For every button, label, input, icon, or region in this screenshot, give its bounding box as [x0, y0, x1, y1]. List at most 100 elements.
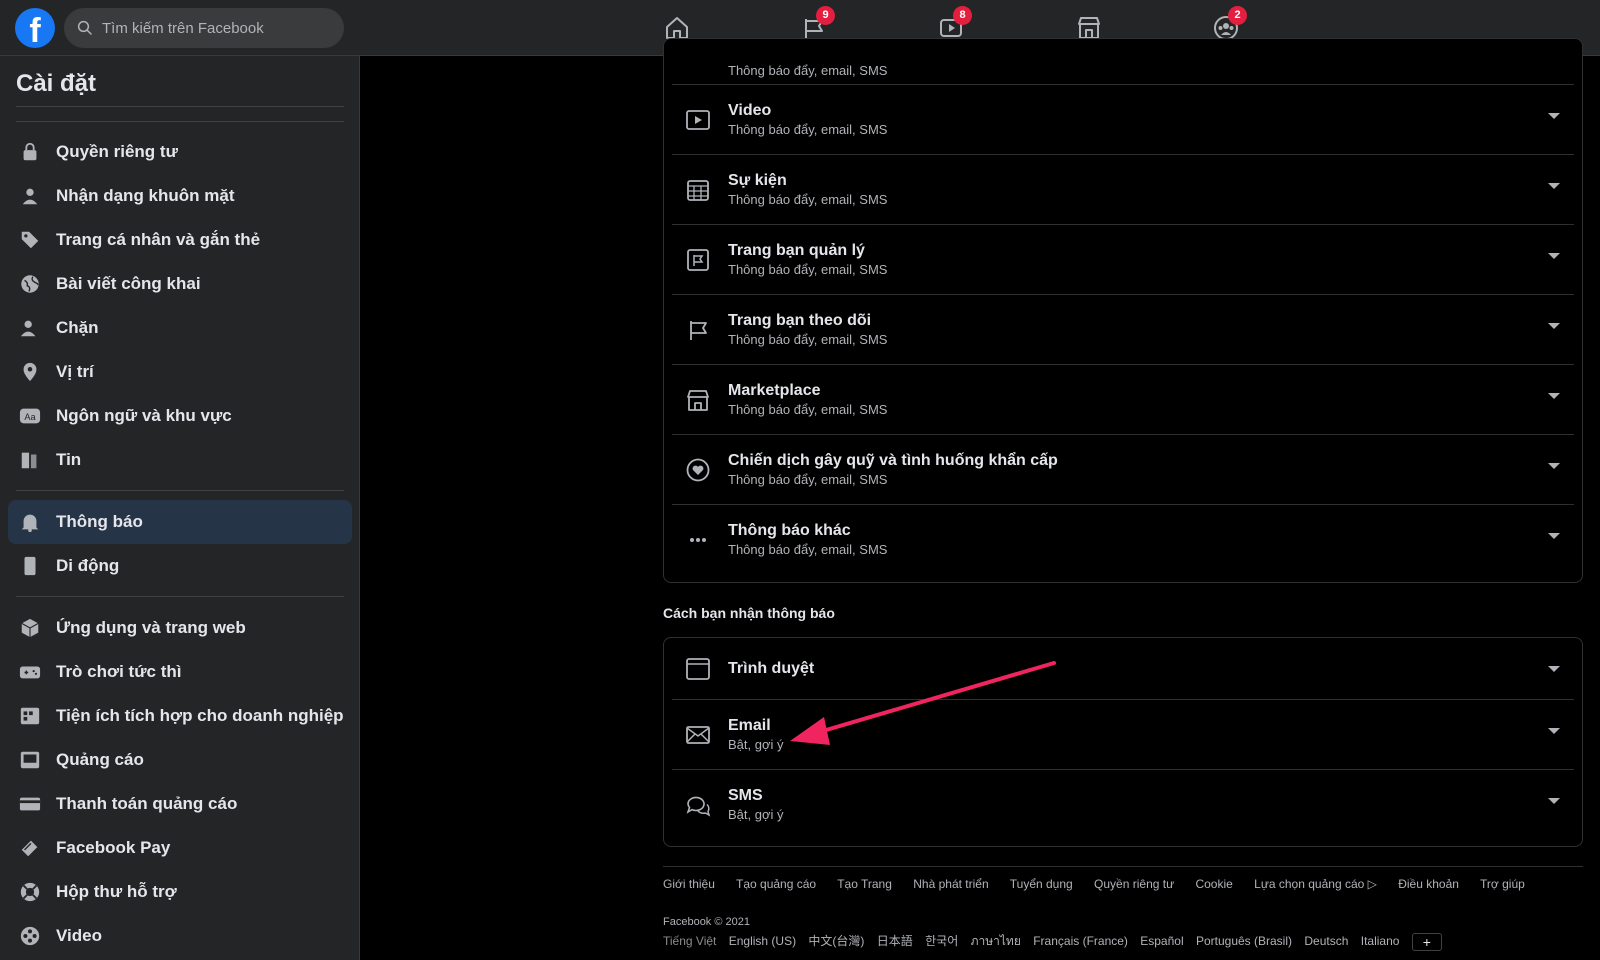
globe-icon	[18, 272, 42, 296]
browser-icon	[678, 656, 718, 682]
shop-icon	[678, 387, 718, 413]
sidebar-item-mobile[interactable]: Di động	[8, 544, 352, 588]
footer-link[interactable]: Điều khoản	[1398, 877, 1459, 891]
more-languages-button[interactable]: +	[1411, 932, 1442, 951]
sidebar-item-privacy[interactable]: Quyền riêng tư	[8, 130, 352, 174]
calendar-icon	[678, 177, 718, 203]
search-icon	[77, 20, 92, 35]
footer-link[interactable]: Cookie	[1195, 877, 1232, 891]
sidebar-item-ad-payments[interactable]: Thanh toán quảng cáo	[8, 782, 352, 826]
more-dots-icon	[678, 527, 718, 553]
language-link[interactable]: Deutsch	[1304, 934, 1348, 948]
language-link[interactable]: 日本語	[877, 934, 913, 948]
language-link[interactable]: Português (Brasil)	[1196, 934, 1292, 948]
divider	[16, 121, 344, 122]
tag-icon	[18, 228, 42, 252]
footer-links: Giới thiệu Tạo quảng cáo Tạo Trang Nhà p…	[663, 877, 1543, 891]
footer-link[interactable]: Tạo quảng cáo	[736, 877, 816, 891]
language-link[interactable]: Italiano	[1361, 934, 1400, 948]
chevron-down-icon	[1548, 393, 1560, 399]
delivery-row-sms[interactable]: SMS Bật, gợi ý	[672, 770, 1574, 840]
mobile-icon	[18, 554, 42, 578]
facebook-logo[interactable]: f	[15, 8, 55, 48]
language-link[interactable]: English (US)	[729, 934, 796, 948]
chevron-down-icon	[1548, 323, 1560, 329]
sidebar-item-language-region[interactable]: Aa Ngôn ngữ và khu vực	[8, 394, 352, 438]
page-manage-icon	[678, 247, 718, 273]
sidebar-item-video[interactable]: Video	[8, 914, 352, 958]
language-selector: Tiếng Việt English (US) 中文(台灣) 日本語 한국어 ภ…	[663, 932, 1451, 951]
sidebar-item-location[interactable]: Vị trí	[8, 350, 352, 394]
divider	[16, 106, 344, 107]
language-current: Tiếng Việt	[663, 934, 717, 948]
sidebar-item-stories[interactable]: Tin	[8, 438, 352, 482]
sidebar-title: Cài đặt	[16, 70, 97, 97]
footer-link[interactable]: Tạo Trang	[837, 877, 892, 891]
chat-bubble-icon	[678, 792, 718, 818]
ad-icon	[18, 748, 42, 772]
sidebar-item-public-posts[interactable]: Bài viết công khai	[8, 262, 352, 306]
sidebar-item-profile-tagging[interactable]: Trang cá nhân và gắn thẻ	[8, 218, 352, 262]
business-integration-icon	[18, 704, 42, 728]
notification-types-card: Thông báo đẩy, email, SMS Video Thông bá…	[663, 38, 1583, 583]
notification-row-partial[interactable]: Thông báo đẩy, email, SMS	[672, 39, 1574, 85]
settings-sidebar: Cài đặt Quyền riêng tư Nhận dạng khuôn m…	[0, 56, 360, 960]
sidebar-item-apps-websites[interactable]: Ứng dụng và trang web	[8, 606, 352, 650]
language-link[interactable]: Français (France)	[1033, 934, 1128, 948]
notification-row-other[interactable]: Thông báo khác Thông báo đẩy, email, SMS	[672, 505, 1574, 575]
location-pin-icon	[18, 360, 42, 384]
sidebar-item-facebook-pay[interactable]: Facebook Pay	[8, 826, 352, 870]
sidebar-item-blocking[interactable]: Chặn	[8, 306, 352, 350]
lock-icon	[18, 140, 42, 164]
section-title-delivery: Cách bạn nhận thông báo	[663, 605, 835, 621]
notification-row-fundraisers-crisis[interactable]: Chiến dịch gây quỹ và tình huống khẩn cấ…	[672, 435, 1574, 505]
chevron-down-icon	[1548, 113, 1560, 119]
heart-donation-icon	[678, 457, 718, 483]
credit-card-icon	[18, 792, 42, 816]
sidebar-item-face-recognition[interactable]: Nhận dạng khuôn mặt	[8, 174, 352, 218]
notification-row-events[interactable]: Sự kiện Thông báo đẩy, email, SMS	[672, 155, 1574, 225]
language-link[interactable]: Español	[1140, 934, 1183, 948]
film-reel-icon	[18, 924, 42, 948]
cube-icon	[18, 616, 42, 640]
sidebar-item-instant-games[interactable]: Trò chơi tức thì	[8, 650, 352, 694]
language-link[interactable]: 한국어	[925, 934, 958, 948]
watch-badge: 8	[953, 6, 972, 25]
sidebar-item-ads[interactable]: Quảng cáo	[8, 738, 352, 782]
flag-icon	[678, 317, 718, 343]
annotation-arrow	[790, 661, 1056, 745]
divider	[16, 596, 344, 597]
copyright: Facebook © 2021	[663, 916, 750, 928]
search-input[interactable]	[102, 19, 322, 37]
footer-link[interactable]: Quyền riêng tư	[1094, 877, 1174, 891]
footer-link[interactable]: Lựa chọn quảng cáo ▷	[1254, 877, 1377, 891]
search-box[interactable]	[64, 8, 344, 48]
pay-icon	[18, 836, 42, 860]
sidebar-item-business-integrations[interactable]: Tiện ích tích hợp cho doanh nghiệp	[8, 694, 352, 738]
notification-row-video[interactable]: Video Thông báo đẩy, email, SMS	[672, 85, 1574, 155]
notification-row-pages-you-manage[interactable]: Trang bạn quản lý Thông báo đẩy, email, …	[672, 225, 1574, 295]
footer-divider	[663, 866, 1583, 867]
language-link[interactable]: ภาษาไทย	[971, 934, 1021, 948]
notification-row-pages-you-follow[interactable]: Trang bạn theo dõi Thông báo đẩy, email,…	[672, 295, 1574, 365]
chevron-down-icon	[1548, 666, 1560, 672]
footer-link[interactable]: Trợ giúp	[1480, 877, 1525, 891]
notification-row-marketplace[interactable]: Marketplace Thông báo đẩy, email, SMS	[672, 365, 1574, 435]
chevron-down-icon	[1548, 183, 1560, 189]
footer-link[interactable]: Nhà phát triển	[913, 877, 988, 891]
sidebar-item-support-inbox[interactable]: Hộp thư hỗ trợ	[8, 870, 352, 914]
sidebar-item-notifications[interactable]: Thông báo	[8, 500, 352, 544]
divider	[16, 490, 344, 491]
envelope-icon	[678, 722, 718, 748]
footer-link[interactable]: Tuyển dụng	[1010, 877, 1073, 891]
footer-link[interactable]: Giới thiệu	[663, 877, 715, 891]
chevron-down-icon	[1548, 533, 1560, 539]
face-person-icon	[18, 184, 42, 208]
svg-text:Aa: Aa	[24, 412, 36, 422]
chevron-down-icon	[1548, 463, 1560, 469]
video-icon	[678, 107, 718, 133]
bell-icon	[18, 510, 42, 534]
groups-badge: 2	[1228, 6, 1247, 25]
language-link[interactable]: 中文(台灣)	[808, 934, 864, 948]
lifebuoy-icon	[18, 880, 42, 904]
